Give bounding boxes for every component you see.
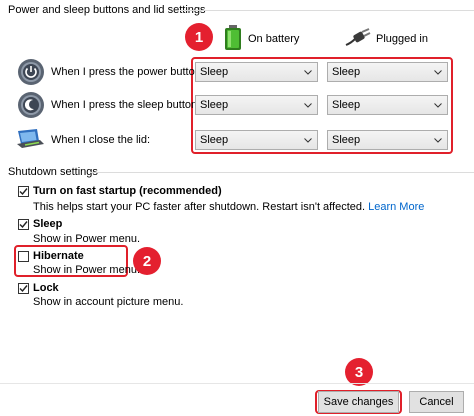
sleep-button-label: When I press the sleep button: [51, 99, 201, 111]
fast-startup-desc-text: This helps start your PC faster after sh… [33, 201, 366, 213]
fast-startup-label[interactable]: Turn on fast startup (recommended) [33, 184, 222, 198]
plug-icon [345, 28, 371, 48]
divider [180, 10, 474, 11]
select-value: Sleep [332, 134, 361, 146]
power-settings-title: Power and sleep buttons and lid settings [8, 4, 206, 16]
cancel-button[interactable]: Cancel [409, 391, 464, 413]
battery-icon [223, 25, 243, 51]
lid-plugged-select[interactable]: Sleep [327, 130, 448, 150]
select-value: Sleep [200, 66, 229, 78]
sleep-button-plugged-select[interactable]: Sleep [327, 95, 448, 115]
select-value: Sleep [332, 99, 361, 111]
sleep-button-battery-select[interactable]: Sleep [195, 95, 318, 115]
lid-battery-select[interactable]: Sleep [195, 130, 318, 150]
footer-divider [0, 383, 474, 384]
chevron-down-icon [433, 131, 443, 149]
power-button-label: When I press the power button: [51, 66, 204, 78]
hibernate-option-description: Show in Power menu. [33, 264, 140, 276]
plugged-in-header: Plugged in [376, 33, 428, 45]
step-badge-3: 3 [345, 358, 373, 386]
checkmark-icon [19, 188, 28, 196]
hibernate-option-label[interactable]: Hibernate [33, 249, 84, 263]
on-battery-header: On battery [248, 33, 300, 45]
fast-startup-description: This helps start your PC faster after sh… [33, 200, 424, 214]
select-value: Sleep [200, 134, 229, 146]
power-button-icon [17, 58, 45, 86]
divider [90, 172, 474, 173]
learn-more-link[interactable]: Learn More [368, 201, 424, 213]
sleep-checkbox[interactable] [18, 219, 29, 230]
lock-option-description: Show in account picture menu. [33, 296, 184, 308]
step-badge-1: 1 [185, 23, 213, 51]
shutdown-settings-title: Shutdown settings [8, 166, 98, 178]
sleep-button-icon [17, 91, 45, 119]
chevron-down-icon [433, 63, 443, 81]
close-lid-label: When I close the lid: [51, 134, 151, 146]
chevron-down-icon [303, 63, 313, 81]
sleep-option-description: Show in Power menu. [33, 233, 140, 245]
lock-checkbox[interactable] [18, 283, 29, 294]
power-button-battery-select[interactable]: Sleep [195, 62, 318, 82]
checkmark-icon [19, 221, 28, 229]
chevron-down-icon [303, 96, 313, 114]
lock-option-label[interactable]: Lock [33, 281, 59, 295]
checkmark-icon [19, 285, 28, 293]
chevron-down-icon [433, 96, 443, 114]
select-value: Sleep [200, 99, 229, 111]
chevron-down-icon [303, 131, 313, 149]
fast-startup-checkbox[interactable] [18, 186, 29, 197]
step-badge-2: 2 [133, 247, 161, 275]
hibernate-checkbox[interactable] [18, 251, 29, 262]
save-changes-button[interactable]: Save changes [318, 391, 399, 413]
power-button-plugged-select[interactable]: Sleep [327, 62, 448, 82]
laptop-lid-icon [15, 127, 45, 151]
select-value: Sleep [332, 66, 361, 78]
sleep-option-label[interactable]: Sleep [33, 217, 62, 231]
